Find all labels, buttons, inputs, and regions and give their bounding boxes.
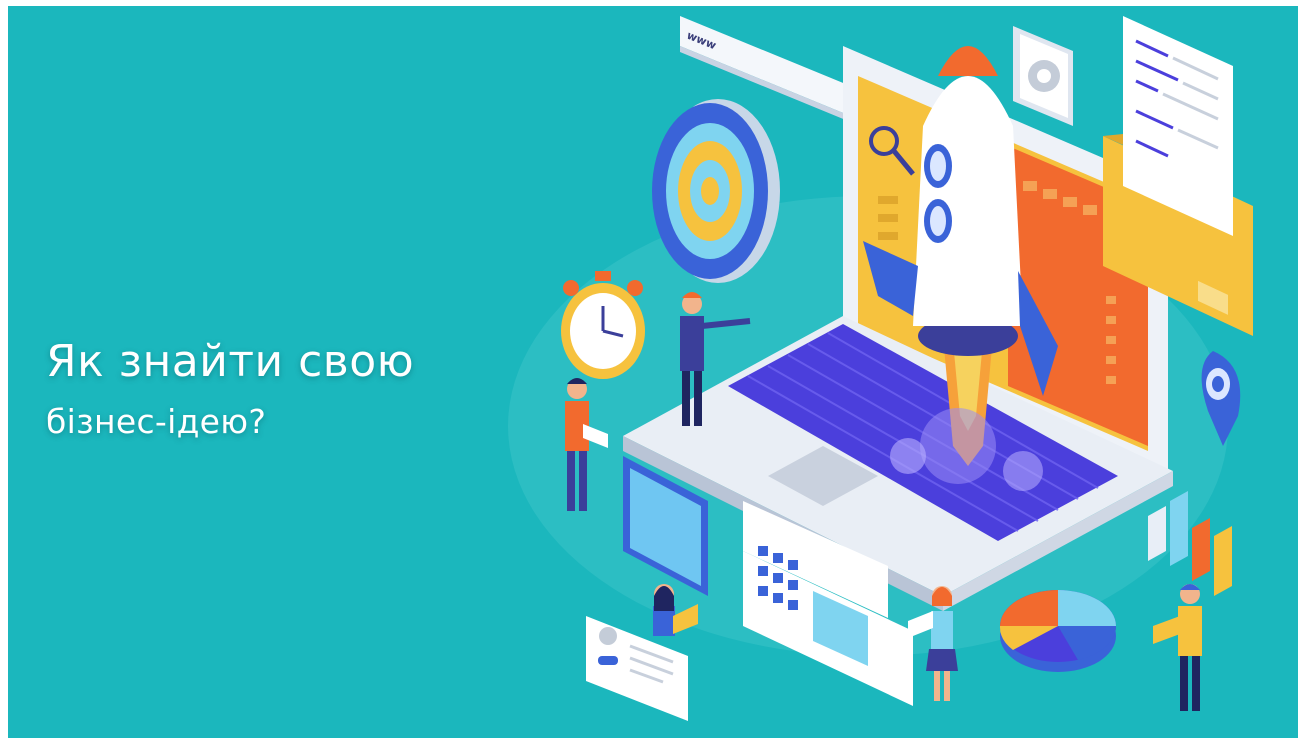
headline-line-1: Як знайти свою bbox=[46, 336, 415, 387]
stopwatch-icon bbox=[561, 271, 645, 379]
gear-icon bbox=[1013, 26, 1073, 126]
headline-line-2: бізнес-ідею? bbox=[46, 402, 267, 441]
pie-chart-icon bbox=[999, 590, 1117, 672]
person-right bbox=[1153, 584, 1202, 711]
target-icon bbox=[652, 99, 780, 283]
banner: www Як знайти свою бізнес-ідею? bbox=[8, 6, 1298, 738]
